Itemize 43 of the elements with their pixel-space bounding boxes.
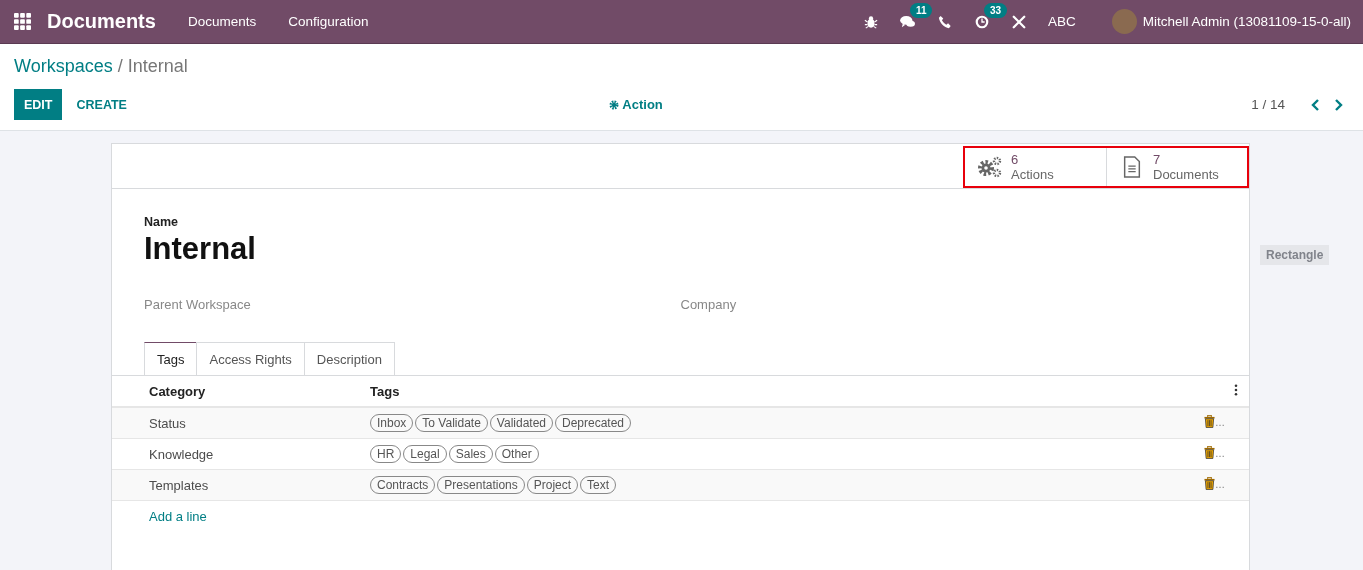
tab[interactable]: Tags [144,342,198,375]
clock-icon[interactable] [973,14,990,29]
user-menu[interactable]: Mitchell Admin (13081109-15-0-all) [1142,14,1351,29]
add-line-link[interactable]: Add a line [149,508,207,524]
edit-button[interactable]: EDIT [14,89,63,120]
create-button[interactable]: CREATE [62,89,141,120]
column-options-icon[interactable] [1234,383,1238,396]
next-icon[interactable] [1333,98,1343,111]
trash-icon[interactable] [1204,477,1215,490]
breadcrumb-current: Internal [127,56,188,77]
app-name[interactable]: Documents [47,10,156,33]
activity-count-badge: 33 [983,2,1007,18]
bug-icon[interactable] [863,14,878,29]
tab[interactable]: Description [303,342,395,375]
chat-icon[interactable] [899,14,916,29]
action-menu-button[interactable]: Action [603,96,669,113]
table-cell: Templates [112,469,333,501]
field-label: Company [680,297,738,312]
breadcrumb-separator: / [117,56,123,77]
overflow-text: … [1215,418,1225,428]
trash-icon[interactable] [1204,415,1215,428]
menu-item[interactable]: Documents [187,14,257,29]
gear-icon [609,99,620,110]
record-name: Internal [144,231,257,267]
menu-item[interactable]: Configuration [288,14,369,29]
message-count-badge: 11 [909,2,933,18]
previous-icon[interactable] [1311,98,1321,111]
overflow-text: … [1215,480,1225,490]
annotation-label: Rectangle [1260,245,1330,265]
overflow-text: … [1215,449,1225,459]
company-switcher[interactable]: ABC [1047,14,1076,29]
smart-button[interactable]: 6 Actions [965,148,1106,186]
table-cell: Status [112,407,333,439]
smart-button[interactable]: 7 Documents [1106,148,1247,186]
pager-counter: 1 / 14 [1251,97,1285,112]
trash-icon[interactable] [1204,446,1215,459]
gears-icon [977,156,1003,178]
table-cell: Knowledge [112,438,333,470]
field-label: Parent Workspace [144,297,252,312]
breadcrumb-link[interactable]: Workspaces [14,56,113,77]
phone-icon[interactable] [937,14,952,29]
apps-menu-icon[interactable] [14,13,31,30]
field-label: Name [144,215,180,229]
